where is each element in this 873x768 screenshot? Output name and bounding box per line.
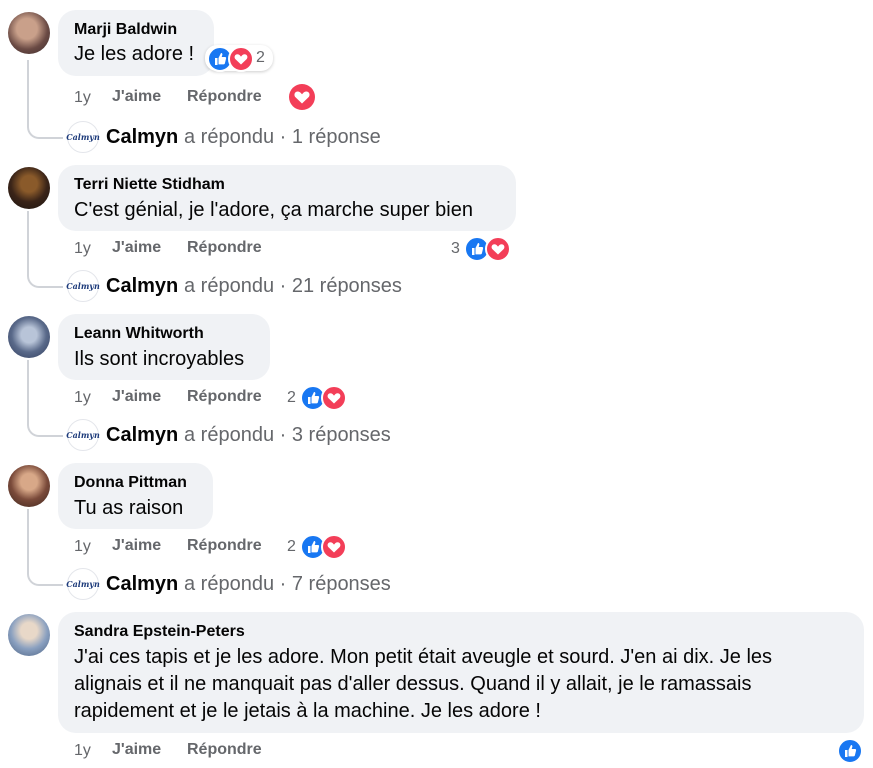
reply-thread-line [27, 509, 63, 586]
comment-author[interactable]: Leann Whitworth [74, 325, 204, 343]
avatar[interactable] [8, 167, 50, 209]
reply-author[interactable]: Calmyn [106, 424, 178, 447]
comment-text-line: J'ai ces tapis et je les adore. Mon peti… [74, 646, 773, 668]
reaction-count[interactable]: 2 [287, 538, 296, 556]
comment-time[interactable]: 1y [74, 240, 91, 258]
comment-time[interactable]: 1y [74, 89, 91, 107]
like-button[interactable]: J'aime [112, 239, 161, 257]
brand-logo-icon[interactable]: Calmyn [66, 568, 100, 600]
avatar[interactable] [8, 316, 50, 358]
like-button[interactable]: J'aime [112, 537, 161, 555]
reply-author[interactable]: Calmyn [106, 126, 178, 149]
brand-logo-icon[interactable]: Calmyn [66, 121, 100, 153]
comment-text-line: rapidement et je le jetais à la machine.… [74, 700, 541, 722]
comment-time[interactable]: 1y [74, 742, 91, 760]
heart-icon[interactable] [289, 84, 315, 110]
love-reaction-icon [321, 534, 347, 560]
comment-text: Tu as raison [74, 497, 184, 519]
reaction-count[interactable]: 3 [451, 240, 460, 258]
brand-logo-icon[interactable]: Calmyn [66, 270, 100, 302]
reply-button[interactable]: Répondre [187, 741, 262, 759]
avatar[interactable] [8, 12, 50, 54]
comment-author[interactable]: Donna Pittman [74, 474, 187, 492]
reply-button[interactable]: Répondre [187, 239, 262, 257]
comment-author[interactable]: Sandra Epstein-Peters [74, 623, 245, 641]
avatar[interactable] [8, 614, 50, 656]
reaction-count[interactable]: 2 [287, 389, 296, 407]
comment-text-line: alignais et il ne manquait pas d'aller d… [74, 673, 752, 695]
comment-author[interactable]: Terri Niette Stidham [74, 176, 225, 194]
reply-author[interactable]: Calmyn [106, 573, 178, 596]
reply-button[interactable]: Répondre [187, 537, 262, 555]
reaction-count: 2 [256, 49, 265, 66]
reply-thread-line [27, 360, 63, 437]
love-reaction-icon [321, 385, 347, 411]
view-replies-link[interactable]: a répondu · 7 réponses [184, 573, 391, 596]
comment-text: C'est génial, je l'adore, ça marche supe… [74, 199, 473, 221]
reply-thread-line [27, 211, 63, 288]
like-button[interactable]: J'aime [112, 88, 161, 106]
like-button[interactable]: J'aime [112, 741, 161, 759]
comment-time[interactable]: 1y [74, 538, 91, 556]
reply-button[interactable]: Répondre [187, 88, 262, 106]
love-reaction-icon [228, 46, 254, 72]
brand-logo-icon[interactable]: Calmyn [66, 419, 100, 451]
love-reaction-icon [485, 236, 511, 262]
reply-button[interactable]: Répondre [187, 388, 262, 406]
view-replies-link[interactable]: a répondu · 1 réponse [184, 126, 381, 149]
avatar[interactable] [8, 465, 50, 507]
view-replies-link[interactable]: a répondu · 3 réponses [184, 424, 391, 447]
reply-thread-line [27, 60, 63, 139]
view-replies-link[interactable]: a répondu · 21 réponses [184, 275, 402, 298]
comment-author[interactable]: Marji Baldwin [74, 21, 177, 39]
like-reaction-icon[interactable] [837, 738, 863, 764]
comment-text: Je les adore ! [74, 43, 195, 65]
comment-time[interactable]: 1y [74, 389, 91, 407]
comment-text: Ils sont incroyables [74, 348, 245, 370]
like-button[interactable]: J'aime [112, 388, 161, 406]
reply-author[interactable]: Calmyn [106, 275, 178, 298]
